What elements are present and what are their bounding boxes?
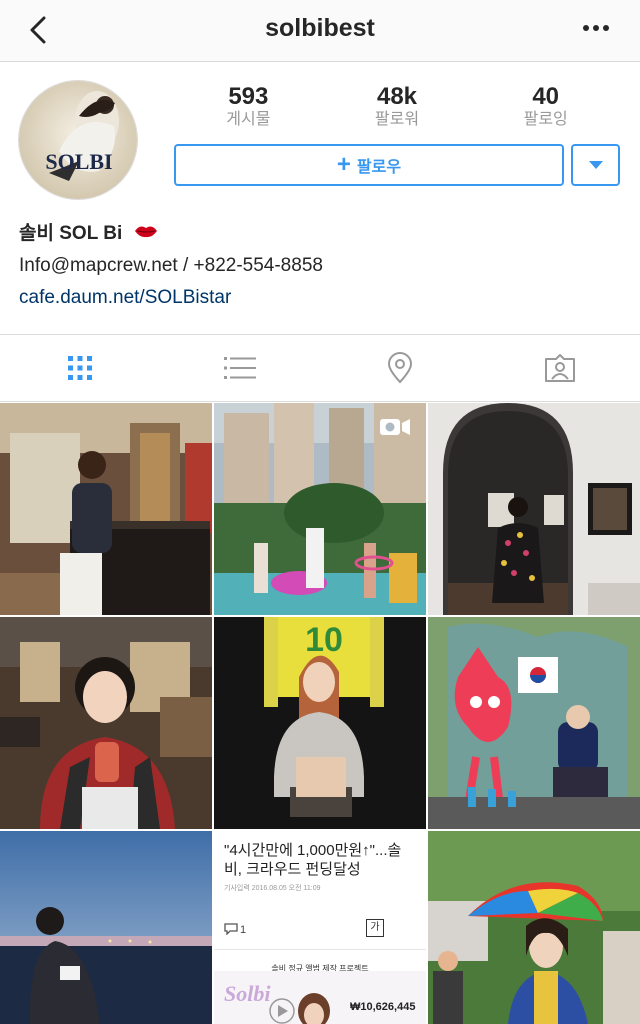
following-count: 40 [532,83,560,110]
suggested-dropdown-button[interactable] [571,144,620,186]
kiss-mark-icon [134,223,158,245]
solbi-banner: Solbi [214,971,426,1024]
follow-button-label: 팔로우 [356,159,402,176]
profile-stats: 593 게시물 48k 팔로워 40 팔로잉 [174,84,620,130]
font-size-button: 가 [366,919,384,937]
profile-tabs [0,334,640,402]
following-stat[interactable]: 40 팔로잉 [471,84,620,130]
followers-count: 48k [376,83,418,110]
video-camera-icon [380,419,410,435]
news-comment-count: 1 [240,924,247,936]
profile-name: 솔비 SOL Bi [19,218,158,245]
following-label: 팔로잉 [523,111,568,128]
grid-icon [68,356,92,380]
svg-text:10: 10 [305,621,343,659]
location-pin-icon [387,352,413,384]
tagged-person-icon [545,354,575,382]
comment-icon [224,923,238,935]
tab-tagged[interactable] [480,335,640,401]
profile-website-link[interactable]: cafe.daum.net/SOLBistar [19,287,231,309]
news-date: 기사입력 2016.08.05 오전 11:09 [224,885,321,892]
post-thumbnail[interactable]: 10 [214,617,426,829]
followers-stat[interactable]: 48k 팔로워 [323,84,472,130]
posts-stat[interactable]: 593 게시물 [174,84,323,130]
top-nav-bar: solbibest [0,0,640,62]
avatar-logo: SOLBI [45,149,112,174]
tab-grid[interactable] [0,335,160,401]
post-thumbnail[interactable] [0,617,212,829]
post-grid: 10 "4시간만에 1,000만원↑"...솔비, 크라우드 펀딩달성 기사입력… [0,403,640,1024]
post-thumbnail[interactable] [428,403,640,615]
follow-button[interactable]: + 팔로우 [174,144,564,186]
plus-icon: + [336,151,351,178]
post-thumbnail[interactable] [0,403,212,615]
post-thumbnail[interactable] [428,617,640,829]
news-headline: "4시간만에 1,000만원↑"...솔비, 크라우드 펀딩달성 [224,842,402,878]
profile-name-text: 솔비 SOL Bi [19,223,123,244]
tab-location[interactable] [320,335,480,401]
solbi-watermark: Solbi [224,981,271,1006]
posts-count: 593 [228,83,269,110]
profile-contact: Info@mapcrew.net / +822-554-8858 [19,255,323,276]
more-horizontal-icon[interactable] [578,18,614,42]
avatar[interactable]: SOLBI [18,80,138,200]
post-thumbnail[interactable] [0,831,212,1024]
caret-down-icon [588,161,603,169]
post-thumbnail[interactable] [428,831,640,1024]
post-thumbnail-news[interactable]: "4시간만에 1,000만원↑"...솔비, 크라우드 펀딩달성 기사입력 20… [214,831,426,1024]
list-icon [224,357,256,379]
divider [214,949,426,950]
post-thumbnail-video[interactable] [214,403,426,615]
tab-list[interactable] [160,335,320,401]
followers-label: 팔로워 [374,111,420,128]
funding-amount: ₩10,626,445 [350,1001,416,1013]
page-title: solbibest [265,14,375,42]
posts-label: 게시물 [226,111,271,128]
